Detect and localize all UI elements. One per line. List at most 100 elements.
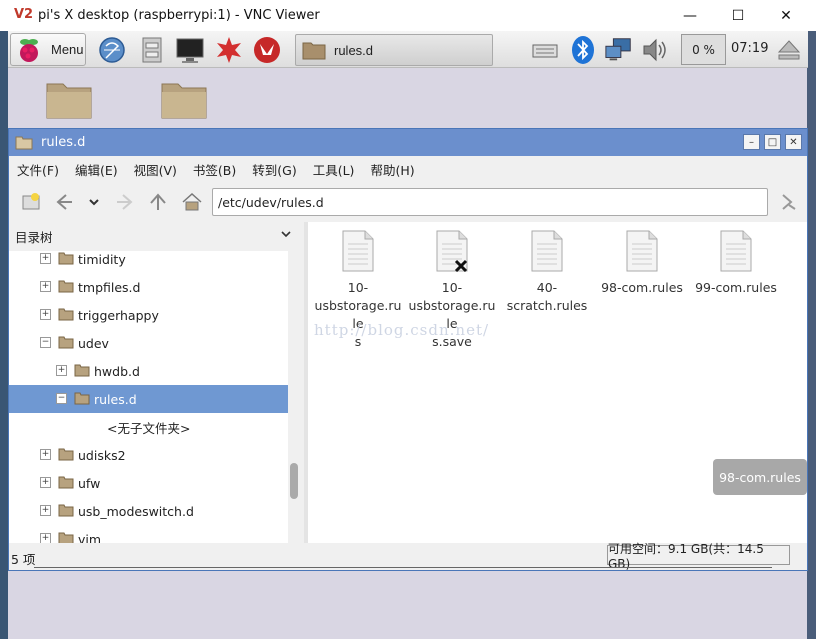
folder-icon (58, 504, 74, 517)
sidebar-header-label: 目录树 (15, 230, 53, 245)
file-manager-window: rules.d – □ ✕ 文件(F) 编辑(E) 视图(V) 书签(B) 转到… (8, 128, 808, 571)
file-manager-title-bar[interactable]: rules.d – □ ✕ (9, 129, 807, 156)
chevron-down-icon[interactable] (280, 228, 292, 243)
taskbar-window-rules-d[interactable]: rules.d (295, 34, 493, 66)
tree-item[interactable]: + hwdb.d (9, 357, 288, 385)
sidebar-scrollbar[interactable] (288, 251, 304, 543)
vnc-title-bar: V2 pi's X desktop (raspberrypi:1) - VNC … (0, 0, 816, 31)
item-count: 5 项 (11, 552, 36, 567)
expand-icon[interactable]: + (40, 253, 51, 264)
volume-icon[interactable] (640, 35, 670, 65)
sidebar-header[interactable]: 目录树 (9, 222, 304, 251)
file-manager-icon[interactable] (137, 35, 167, 65)
expand-icon[interactable]: + (40, 309, 51, 320)
menu-label: Menu (51, 42, 84, 57)
expand-icon[interactable]: + (56, 365, 67, 376)
fm-close-button[interactable]: ✕ (785, 134, 802, 150)
tree-item-label: udisks2 (78, 447, 126, 463)
menu-tools[interactable]: 工具(L) (313, 160, 355, 179)
wolfram-icon[interactable] (252, 35, 282, 65)
minimize-button[interactable]: — (667, 2, 713, 30)
history-dropdown-icon[interactable] (83, 191, 105, 213)
tree-item[interactable]: + triggerhappy (9, 301, 288, 329)
watermark: http://blog.csdn.net/ (314, 321, 490, 339)
file-item[interactable]: 99-com.rules (691, 230, 781, 297)
new-tab-icon[interactable] (20, 191, 42, 213)
vnc-logo-icon: V2 (14, 7, 34, 22)
collapse-icon[interactable]: − (56, 393, 67, 404)
document-icon (531, 230, 563, 272)
tree-item[interactable]: + tmpfiles.d (9, 273, 288, 301)
tree-item-label: vim (78, 531, 102, 544)
tree-item[interactable]: + vim (9, 525, 288, 543)
menu-help[interactable]: 帮助(H) (370, 160, 414, 179)
file-item[interactable]: 98-com.rules (597, 230, 687, 297)
sidebar-scroll-thumb[interactable] (290, 463, 298, 499)
folder-icon (74, 364, 90, 377)
expand-icon[interactable]: + (40, 477, 51, 488)
document-icon (436, 230, 468, 273)
bluetooth-icon[interactable] (568, 35, 598, 65)
back-icon[interactable] (53, 191, 75, 213)
home-icon[interactable] (181, 191, 203, 213)
divider (34, 567, 772, 568)
expand-icon[interactable]: + (40, 533, 51, 543)
tree-item-label: udev (78, 335, 109, 351)
clock[interactable]: 07:19 (731, 41, 768, 56)
tree-item[interactable]: + timidity (9, 251, 288, 273)
tree-item[interactable]: − rules.d (9, 385, 288, 413)
folder-icon (58, 308, 74, 321)
up-icon[interactable] (147, 191, 169, 213)
keyboard-icon[interactable] (530, 35, 560, 65)
document-icon (626, 230, 658, 272)
tree-item-label: tmpfiles.d (78, 279, 141, 295)
web-browser-icon[interactable] (97, 35, 127, 65)
go-icon[interactable] (777, 191, 799, 213)
file-item[interactable]: 40- scratch.rules (502, 230, 592, 315)
desktop-folder-icon[interactable] (45, 78, 93, 120)
file-name: 99-com.rules (695, 280, 777, 295)
tree-item[interactable]: + ufw (9, 469, 288, 497)
tree-item[interactable]: <无子文件夹> (9, 413, 288, 441)
terminal-icon[interactable] (175, 35, 205, 65)
status-bar: 5 项 可用空间：9.1 GB(共：14.5 GB) (9, 542, 807, 571)
tree-item-label: <无子文件夹> (107, 420, 191, 436)
toolbar: /etc/udev/rules.d (9, 182, 807, 222)
expand-icon[interactable]: + (40, 505, 51, 516)
menu-edit[interactable]: 编辑(E) (75, 160, 118, 179)
tree-item[interactable]: + usb_modeswitch.d (9, 497, 288, 525)
eject-icon[interactable] (774, 35, 804, 65)
menu-file[interactable]: 文件(F) (17, 160, 59, 179)
menu-view[interactable]: 视图(V) (134, 160, 177, 179)
menu-button[interactable]: Menu (10, 33, 86, 66)
menu-go[interactable]: 转到(G) (252, 160, 296, 179)
tree-item-label: ufw (78, 475, 101, 491)
menu-bookmarks[interactable]: 书签(B) (193, 160, 236, 179)
directory-tree[interactable]: + timidity + tmpfiles.d + triggerhappy − udev + h… (9, 251, 304, 543)
tree-item[interactable]: + udisks2 (9, 441, 288, 469)
cpu-usage-monitor: 0 % (681, 34, 726, 65)
forward-icon[interactable] (114, 191, 136, 213)
close-button[interactable]: ✕ (763, 2, 809, 30)
expand-icon[interactable]: + (40, 449, 51, 460)
tree-item-label: usb_modeswitch.d (78, 503, 194, 519)
host-desktop-edge-left (0, 31, 8, 639)
network-icon[interactable] (604, 35, 634, 65)
folder-icon (58, 532, 74, 543)
collapse-icon[interactable]: − (40, 337, 51, 348)
raspberry-icon (20, 38, 38, 62)
fm-maximize-button[interactable]: □ (764, 134, 781, 150)
expand-icon[interactable]: + (40, 281, 51, 292)
host-desktop-edge-right (807, 31, 816, 639)
document-icon (720, 230, 752, 272)
folder-icon (58, 252, 74, 265)
tooltip: 98-com.rules (713, 459, 807, 495)
fm-minimize-button[interactable]: – (743, 134, 760, 150)
tree-item[interactable]: − udev (9, 329, 288, 357)
desktop-folder-icon[interactable] (160, 78, 208, 120)
maximize-button[interactable]: ☐ (715, 2, 761, 30)
path-input[interactable]: /etc/udev/rules.d (212, 188, 768, 216)
file-manager-title: rules.d (41, 135, 86, 150)
mathematica-icon[interactable] (214, 35, 244, 65)
tree-item-label: triggerhappy (78, 307, 159, 323)
